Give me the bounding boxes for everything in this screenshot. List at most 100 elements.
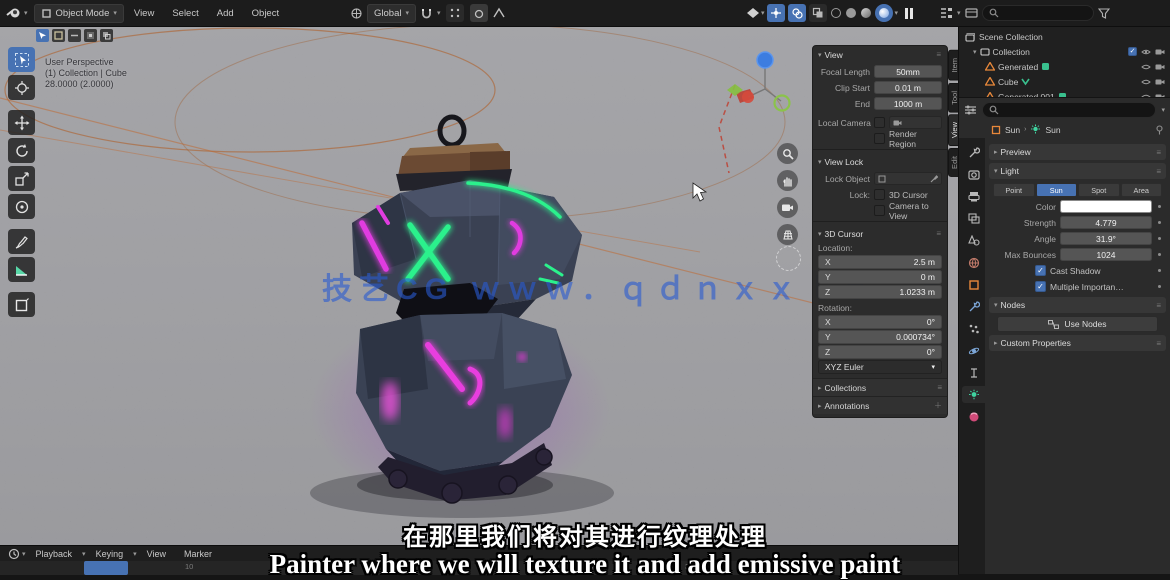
tab-constraints[interactable]: [962, 364, 985, 381]
select-mode-subtract-button[interactable]: [68, 29, 81, 42]
light-panel-header[interactable]: ▾ Light ≡: [989, 163, 1166, 179]
tab-particles[interactable]: [962, 320, 985, 337]
light-type-spot[interactable]: Spot: [1078, 183, 1120, 197]
custom-properties-panel-header[interactable]: ▸ Custom Properties ≡: [989, 335, 1166, 351]
tab-view-layer[interactable]: [962, 210, 985, 227]
blender-logo-icon[interactable]: [6, 6, 22, 20]
toggle-perspective-button[interactable]: [777, 224, 798, 245]
display-mode-icon[interactable]: [964, 7, 978, 19]
falloff-icon[interactable]: [492, 7, 505, 19]
breadcrumb-data[interactable]: Sun: [1045, 125, 1060, 135]
camera-view-button[interactable]: [777, 197, 798, 218]
proportional-edit-button[interactable]: [469, 4, 488, 22]
render-region-checkbox[interactable]: [874, 133, 885, 144]
outliner-icon[interactable]: [940, 7, 953, 19]
tool-measure[interactable]: [8, 257, 35, 282]
tab-output[interactable]: [962, 188, 985, 205]
view-lock-panel-header[interactable]: ▾ View Lock: [813, 153, 947, 170]
tool-add-cube[interactable]: [8, 292, 35, 317]
nodes-panel-header[interactable]: ▾ Nodes ≡: [989, 297, 1166, 313]
show-gizmo-button[interactable]: [766, 4, 785, 22]
keyframe-dot-icon[interactable]: [1158, 253, 1161, 256]
outliner-row-generated[interactable]: Generated: [959, 59, 1170, 74]
filter-funnel-icon[interactable]: [1097, 7, 1110, 19]
select-mode-invert-button[interactable]: [84, 29, 97, 42]
tab-tool[interactable]: [962, 144, 985, 161]
magnet-snap-icon[interactable]: [420, 7, 433, 20]
angle-field[interactable]: 31.9°: [1060, 232, 1152, 245]
shading-solid-icon[interactable]: [845, 8, 856, 18]
light-type-point[interactable]: Point: [993, 183, 1035, 197]
keyframe-dot-icon[interactable]: [1158, 237, 1161, 240]
mode-dropdown[interactable]: Object Mode ▾: [33, 3, 124, 23]
outliner-row-collection[interactable]: ▾ Collection: [959, 44, 1170, 59]
pause-icon[interactable]: [905, 7, 914, 19]
outliner-row-scene-collection[interactable]: Scene Collection: [959, 29, 1170, 44]
zoom-view-button[interactable]: [777, 143, 798, 164]
hide-viewport-icon[interactable]: [1141, 78, 1151, 86]
tab-physics[interactable]: [962, 342, 985, 359]
select-mode-intersect-button[interactable]: [100, 29, 113, 42]
outliner-search-input[interactable]: [981, 5, 1094, 21]
light-type-sun[interactable]: Sun: [1035, 183, 1077, 197]
keyframe-dot-icon[interactable]: [1158, 269, 1161, 272]
pin-icon[interactable]: [1155, 124, 1164, 135]
tool-scale[interactable]: [8, 166, 35, 191]
tab-scene[interactable]: [962, 232, 985, 249]
preview-panel-header[interactable]: ▸ Preview ≡: [989, 144, 1166, 160]
orientation-dropdown[interactable]: Global ▾: [367, 3, 416, 23]
restrict-render-icon[interactable]: [1155, 48, 1165, 56]
light-type-area[interactable]: Area: [1120, 183, 1162, 197]
view-panel-header[interactable]: ▾ View ≡: [813, 46, 947, 63]
cursor-y-field[interactable]: Y 0 m: [818, 270, 942, 284]
use-nodes-button[interactable]: Use Nodes: [997, 316, 1158, 332]
rotation-mode-dropdown[interactable]: XYZ Euler ▾: [818, 360, 942, 374]
tool-transform[interactable]: [8, 194, 35, 219]
gizmo-toggle-icon[interactable]: [746, 7, 760, 19]
menu-view[interactable]: View: [126, 8, 162, 19]
annotations-panel-header[interactable]: ▸ Annotations ＋: [813, 396, 947, 414]
move-view-button[interactable]: [777, 170, 798, 191]
tab-world[interactable]: [962, 254, 985, 271]
keyframe-dot-icon[interactable]: [1158, 221, 1161, 224]
clip-end-field[interactable]: 1000 m: [874, 97, 942, 110]
strength-field[interactable]: 4.779: [1060, 216, 1152, 229]
properties-search-input[interactable]: [982, 102, 1157, 118]
max-bounces-field[interactable]: 1024: [1060, 248, 1152, 261]
keyframe-dot-icon[interactable]: [1158, 205, 1161, 208]
xray-button[interactable]: [808, 4, 827, 22]
properties-editor-icon[interactable]: [964, 104, 977, 116]
focal-length-field[interactable]: 50mm: [874, 65, 942, 78]
select-mode-set-button[interactable]: [36, 29, 49, 42]
outliner-row-cube[interactable]: Cube: [959, 74, 1170, 89]
hide-render-icon[interactable]: [1155, 78, 1165, 86]
tab-render[interactable]: [962, 166, 985, 183]
camera-to-view-checkbox[interactable]: [874, 205, 885, 216]
select-mode-extend-button[interactable]: [52, 29, 65, 42]
cursor-ry-field[interactable]: Y 0.000734°: [818, 330, 942, 344]
restrict-view-icon[interactable]: [1141, 48, 1151, 56]
cursor-panel-header[interactable]: ▾ 3D Cursor ≡: [813, 225, 947, 242]
tab-material[interactable]: [962, 408, 985, 425]
lock-object-field[interactable]: [874, 172, 942, 185]
tool-rotate[interactable]: [8, 138, 35, 163]
tab-modifiers[interactable]: [962, 298, 985, 315]
keyframe-dot-icon[interactable]: [1158, 285, 1161, 288]
local-camera-field[interactable]: [889, 116, 942, 129]
overlays-button[interactable]: [787, 4, 806, 22]
cast-shadow-checkbox[interactable]: [1035, 265, 1046, 276]
tool-select-box[interactable]: [8, 47, 35, 72]
lock-3d-cursor-checkbox[interactable]: [874, 189, 885, 200]
snap-target-button[interactable]: [445, 4, 464, 22]
shading-wireframe-icon[interactable]: [830, 8, 841, 18]
collection-exclude-checkbox[interactable]: [1128, 47, 1137, 56]
menu-select[interactable]: Select: [164, 8, 206, 19]
clip-start-field[interactable]: 0.01 m: [874, 81, 942, 94]
shading-material-icon[interactable]: [860, 8, 871, 18]
cursor-x-field[interactable]: X 2.5 m: [818, 255, 942, 269]
tool-annotate[interactable]: [8, 229, 35, 254]
breadcrumb-object[interactable]: Sun: [1005, 125, 1020, 135]
tool-cursor[interactable]: [8, 75, 35, 100]
tab-object-data[interactable]: [962, 386, 985, 403]
tool-move[interactable]: [8, 110, 35, 135]
